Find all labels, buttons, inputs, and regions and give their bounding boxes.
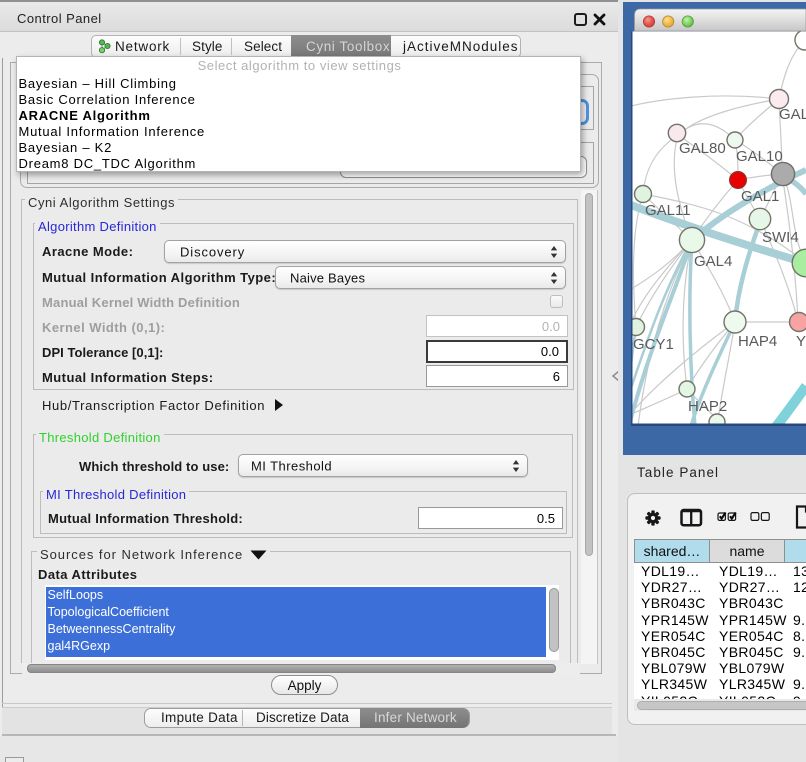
- svg-text:Y: Y: [796, 333, 806, 350]
- svg-text:HAP2: HAP2: [688, 398, 727, 415]
- svg-text:SWI4: SWI4: [762, 229, 799, 246]
- svg-text:GAL4: GAL4: [694, 253, 732, 270]
- svg-text:GAL7: GAL7: [779, 106, 806, 123]
- svg-text:GAL10: GAL10: [736, 148, 783, 165]
- svg-text:GAL80: GAL80: [679, 140, 726, 157]
- svg-text:HAP4: HAP4: [738, 333, 777, 350]
- svg-text:GAL1: GAL1: [741, 188, 779, 205]
- svg-text:GAL11: GAL11: [645, 202, 691, 219]
- svg-text:GCY1: GCY1: [633, 336, 674, 353]
